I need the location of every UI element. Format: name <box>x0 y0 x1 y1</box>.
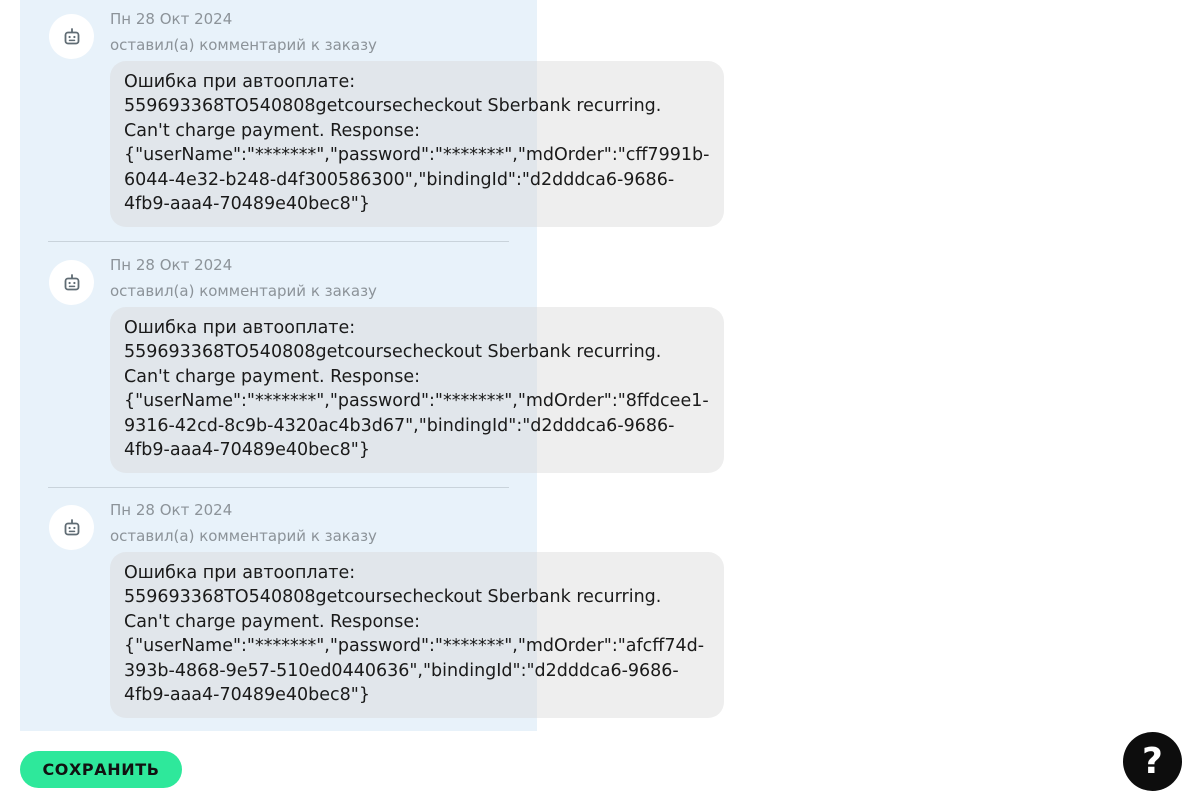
comment-message: Ошибка при автооплате: 559693368TO540808… <box>110 307 724 473</box>
robot-icon <box>49 14 94 59</box>
message-line: Ошибка при автооплате: <box>124 72 356 92</box>
comment-message: Ошибка при автооплате: 559693368TO540808… <box>110 61 724 227</box>
comment-action: оставил(а) комментарий к заказу <box>110 36 377 54</box>
comment-date: Пн 28 Окт 2024 <box>110 501 233 519</box>
footer-bar: СОХРАНИТЬ ? <box>0 731 1200 801</box>
message-line: 4fb9-aaa4-70489e40bec8"} <box>124 194 370 215</box>
message-line: {"userName":"*******","password":"******… <box>124 145 710 166</box>
message-line: 9316-42cd-8c9b-4320ac4b3d67","bindingId"… <box>124 415 675 436</box>
comment-message: Ошибка при автооплате: 559693368TO540808… <box>110 552 724 718</box>
question-icon: ? <box>1142 741 1163 782</box>
message-line: 393b-4868-9e57-510ed0440636","bindingId"… <box>124 660 679 681</box>
message-line: Can't charge payment. Response: <box>124 611 421 632</box>
message-line: Ошибка при автооплате: <box>124 318 356 338</box>
message-line: 6044-4e32-b248-d4f300586300","bindingId"… <box>124 169 675 190</box>
message-line: 559693368TO540808getcoursecheckout Sberb… <box>124 342 662 363</box>
comment-date: Пн 28 Окт 2024 <box>110 10 233 28</box>
message-line: {"userName":"*******","password":"******… <box>124 636 705 657</box>
message-line: 559693368TO540808getcoursecheckout Sberb… <box>124 96 662 117</box>
message-line: Ошибка при автооплате: <box>124 563 356 583</box>
message-line: 4fb9-aaa4-70489e40bec8"} <box>124 440 370 461</box>
comment-action: оставил(а) комментарий к заказу <box>110 282 377 300</box>
comment-divider <box>48 241 509 242</box>
save-button[interactable]: СОХРАНИТЬ <box>20 751 182 788</box>
robot-icon <box>49 505 94 550</box>
message-line: 4fb9-aaa4-70489e40bec8"} <box>124 685 370 706</box>
message-line: {"userName":"*******","password":"******… <box>124 391 709 412</box>
message-line: Can't charge payment. Response: <box>124 366 421 387</box>
comment-divider <box>48 487 509 488</box>
comments-feed: Пн 28 Окт 2024 оставил(а) комментарий к … <box>0 0 1200 731</box>
comment-action: оставил(а) комментарий к заказу <box>110 527 377 545</box>
message-line: 559693368TO540808getcoursecheckout Sberb… <box>124 587 662 608</box>
message-line: Can't charge payment. Response: <box>124 120 421 141</box>
help-button[interactable]: ? <box>1123 732 1182 791</box>
robot-icon <box>49 260 94 305</box>
comment-date: Пн 28 Окт 2024 <box>110 256 233 274</box>
